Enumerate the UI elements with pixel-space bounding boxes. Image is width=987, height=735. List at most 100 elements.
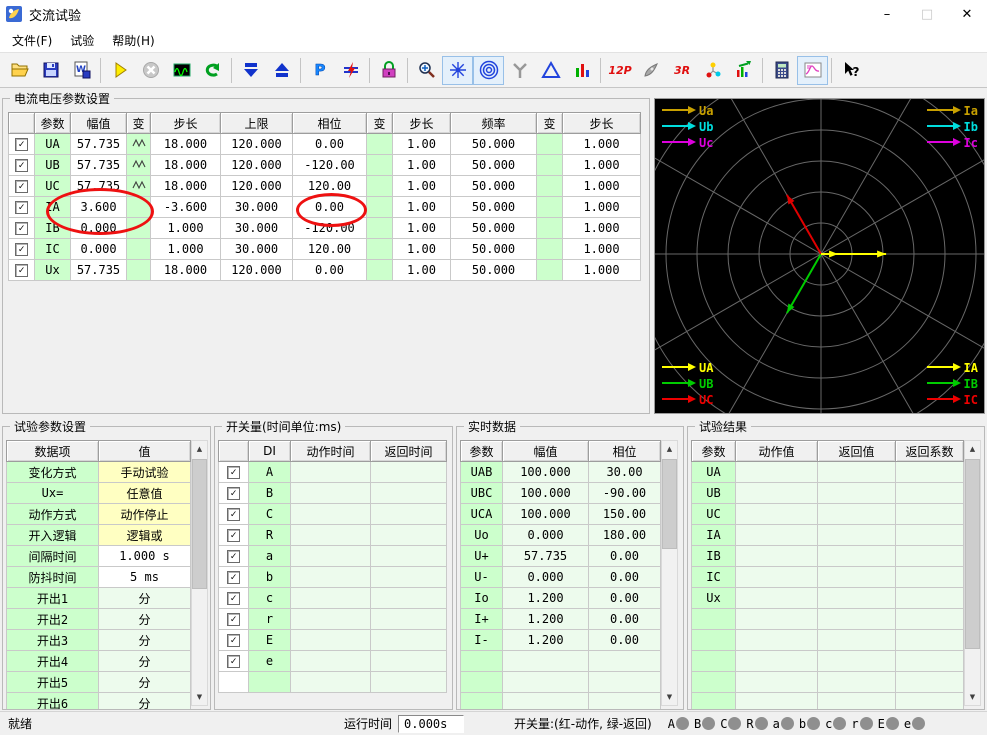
amplitude-cell[interactable]: 0.000: [70, 217, 127, 239]
realtime-scrollbar[interactable]: ▲ ▼: [661, 440, 678, 706]
amplitude-cell[interactable]: 57.735: [70, 133, 127, 155]
row-checkbox[interactable]: ✓: [15, 222, 28, 235]
value-cell[interactable]: 分: [98, 608, 191, 630]
row-checkbox[interactable]: ✓: [227, 634, 240, 647]
freq-step-cell[interactable]: 1.000: [562, 217, 641, 239]
amplitude-step-cell[interactable]: 18.000: [150, 175, 221, 197]
row-checkbox[interactable]: ✓: [15, 159, 28, 172]
help-button[interactable]: ?: [835, 56, 866, 85]
frequency-cell[interactable]: 50.000: [450, 133, 537, 155]
row-checkbox[interactable]: ✓: [227, 655, 240, 668]
results-scrollbar[interactable]: ▲ ▼: [964, 440, 981, 706]
phase-step-cell[interactable]: 1.00: [392, 175, 451, 197]
export-word-button[interactable]: W: [66, 56, 97, 85]
freq-step-cell[interactable]: 1.000: [562, 175, 641, 197]
value-cell[interactable]: 分: [98, 587, 191, 609]
phase-step-cell[interactable]: 1.00: [392, 217, 451, 239]
start-test-button[interactable]: [104, 56, 135, 85]
frequency-cell[interactable]: 50.000: [450, 238, 537, 260]
value-cell[interactable]: 分: [98, 629, 191, 651]
close-button[interactable]: ✕: [947, 0, 987, 28]
row-checkbox[interactable]: ✓: [227, 466, 240, 479]
row-checkbox[interactable]: ✓: [227, 508, 240, 521]
limit-cell[interactable]: 120.000: [220, 259, 293, 281]
value-cell[interactable]: 分: [98, 671, 191, 693]
freq-step-cell[interactable]: 1.000: [562, 133, 641, 155]
value-cell[interactable]: 分: [98, 650, 191, 672]
twelve-p-button[interactable]: 12P: [604, 56, 635, 85]
scroll-up-arrow-icon[interactable]: ▲: [965, 441, 980, 457]
phase-p-button[interactable]: P: [304, 56, 335, 85]
row-checkbox[interactable]: ✓: [227, 550, 240, 563]
limit-cell[interactable]: 30.000: [220, 196, 293, 218]
wye-connection-button[interactable]: [504, 56, 535, 85]
amplitude-cell[interactable]: 57.735: [70, 154, 127, 176]
phase-cell[interactable]: -120.00: [292, 217, 367, 239]
amplitude-step-cell[interactable]: 18.000: [150, 133, 221, 155]
value-cell[interactable]: 1.000 s: [98, 545, 191, 567]
phase-cell[interactable]: 0.00: [292, 259, 367, 281]
delta-connection-button[interactable]: [535, 56, 566, 85]
scroll-up-arrow-icon[interactable]: ▲: [662, 441, 677, 457]
amplitude-cell[interactable]: 3.600: [70, 196, 127, 218]
save-file-button[interactable]: [35, 56, 66, 85]
scroll-thumb[interactable]: [192, 459, 207, 589]
zoom-magnifier-button[interactable]: [411, 56, 442, 85]
scroll-track[interactable]: [662, 457, 677, 689]
amplitude-step-cell[interactable]: 1.000: [150, 217, 221, 239]
scroll-thumb[interactable]: [662, 459, 677, 549]
row-checkbox[interactable]: ✓: [15, 180, 28, 193]
row-checkbox[interactable]: ✓: [227, 529, 240, 542]
lock-button[interactable]: [373, 56, 404, 85]
phase-cell[interactable]: -120.00: [292, 154, 367, 176]
row-checkbox[interactable]: ✓: [15, 243, 28, 256]
phase-cell[interactable]: 0.00: [292, 196, 367, 218]
vector-view-button[interactable]: [697, 56, 728, 85]
value-cell[interactable]: 手动试验: [98, 461, 191, 483]
limit-cell[interactable]: 120.000: [220, 175, 293, 197]
scroll-track[interactable]: [965, 457, 980, 689]
frequency-cell[interactable]: 50.000: [450, 259, 537, 281]
phase-step-cell[interactable]: 1.00: [392, 154, 451, 176]
menu-test[interactable]: 试验: [61, 29, 103, 52]
waveform-view-button[interactable]: [166, 56, 197, 85]
scroll-down-arrow-icon[interactable]: ▼: [965, 689, 980, 705]
step-down-button[interactable]: [235, 56, 266, 85]
step-up-button[interactable]: [266, 56, 297, 85]
scroll-down-arrow-icon[interactable]: ▼: [662, 689, 677, 705]
stop-test-button[interactable]: [135, 56, 166, 85]
harmonic-chart-button[interactable]: [728, 56, 759, 85]
fault-trigger-button[interactable]: [335, 56, 366, 85]
row-checkbox[interactable]: ✓: [227, 487, 240, 500]
row-checkbox[interactable]: ✓: [227, 571, 240, 584]
test-params-scrollbar[interactable]: ▲ ▼: [191, 440, 208, 706]
open-file-button[interactable]: [4, 56, 35, 85]
phase-cell[interactable]: 120.00: [292, 238, 367, 260]
phase-step-cell[interactable]: 1.00: [392, 133, 451, 155]
limit-cell[interactable]: 30.000: [220, 238, 293, 260]
scroll-thumb[interactable]: [965, 459, 980, 649]
limit-cell[interactable]: 30.000: [220, 217, 293, 239]
row-checkbox[interactable]: ✓: [15, 201, 28, 214]
phase-cell[interactable]: 120.00: [292, 175, 367, 197]
row-checkbox[interactable]: ✓: [15, 264, 28, 277]
value-cell[interactable]: 任意值: [98, 482, 191, 504]
phase-cell[interactable]: 0.00: [292, 133, 367, 155]
freq-step-cell[interactable]: 1.000: [562, 259, 641, 281]
limit-cell[interactable]: 120.000: [220, 133, 293, 155]
freq-step-cell[interactable]: 1.000: [562, 154, 641, 176]
row-checkbox[interactable]: ✓: [227, 613, 240, 626]
rocket-button[interactable]: [635, 56, 666, 85]
phase-step-cell[interactable]: 1.00: [392, 259, 451, 281]
freq-step-cell[interactable]: 1.000: [562, 238, 641, 260]
amplitude-step-cell[interactable]: 18.000: [150, 259, 221, 281]
value-cell[interactable]: 动作停止: [98, 503, 191, 525]
limit-cell[interactable]: 120.000: [220, 154, 293, 176]
bar-display-button[interactable]: [566, 56, 597, 85]
frequency-cell[interactable]: 50.000: [450, 217, 537, 239]
spot-display-button[interactable]: [442, 55, 473, 85]
frequency-cell[interactable]: 50.000: [450, 154, 537, 176]
undo-button[interactable]: [197, 56, 228, 85]
menu-file[interactable]: 文件(F): [3, 29, 61, 52]
maximize-button[interactable]: □: [907, 0, 947, 28]
